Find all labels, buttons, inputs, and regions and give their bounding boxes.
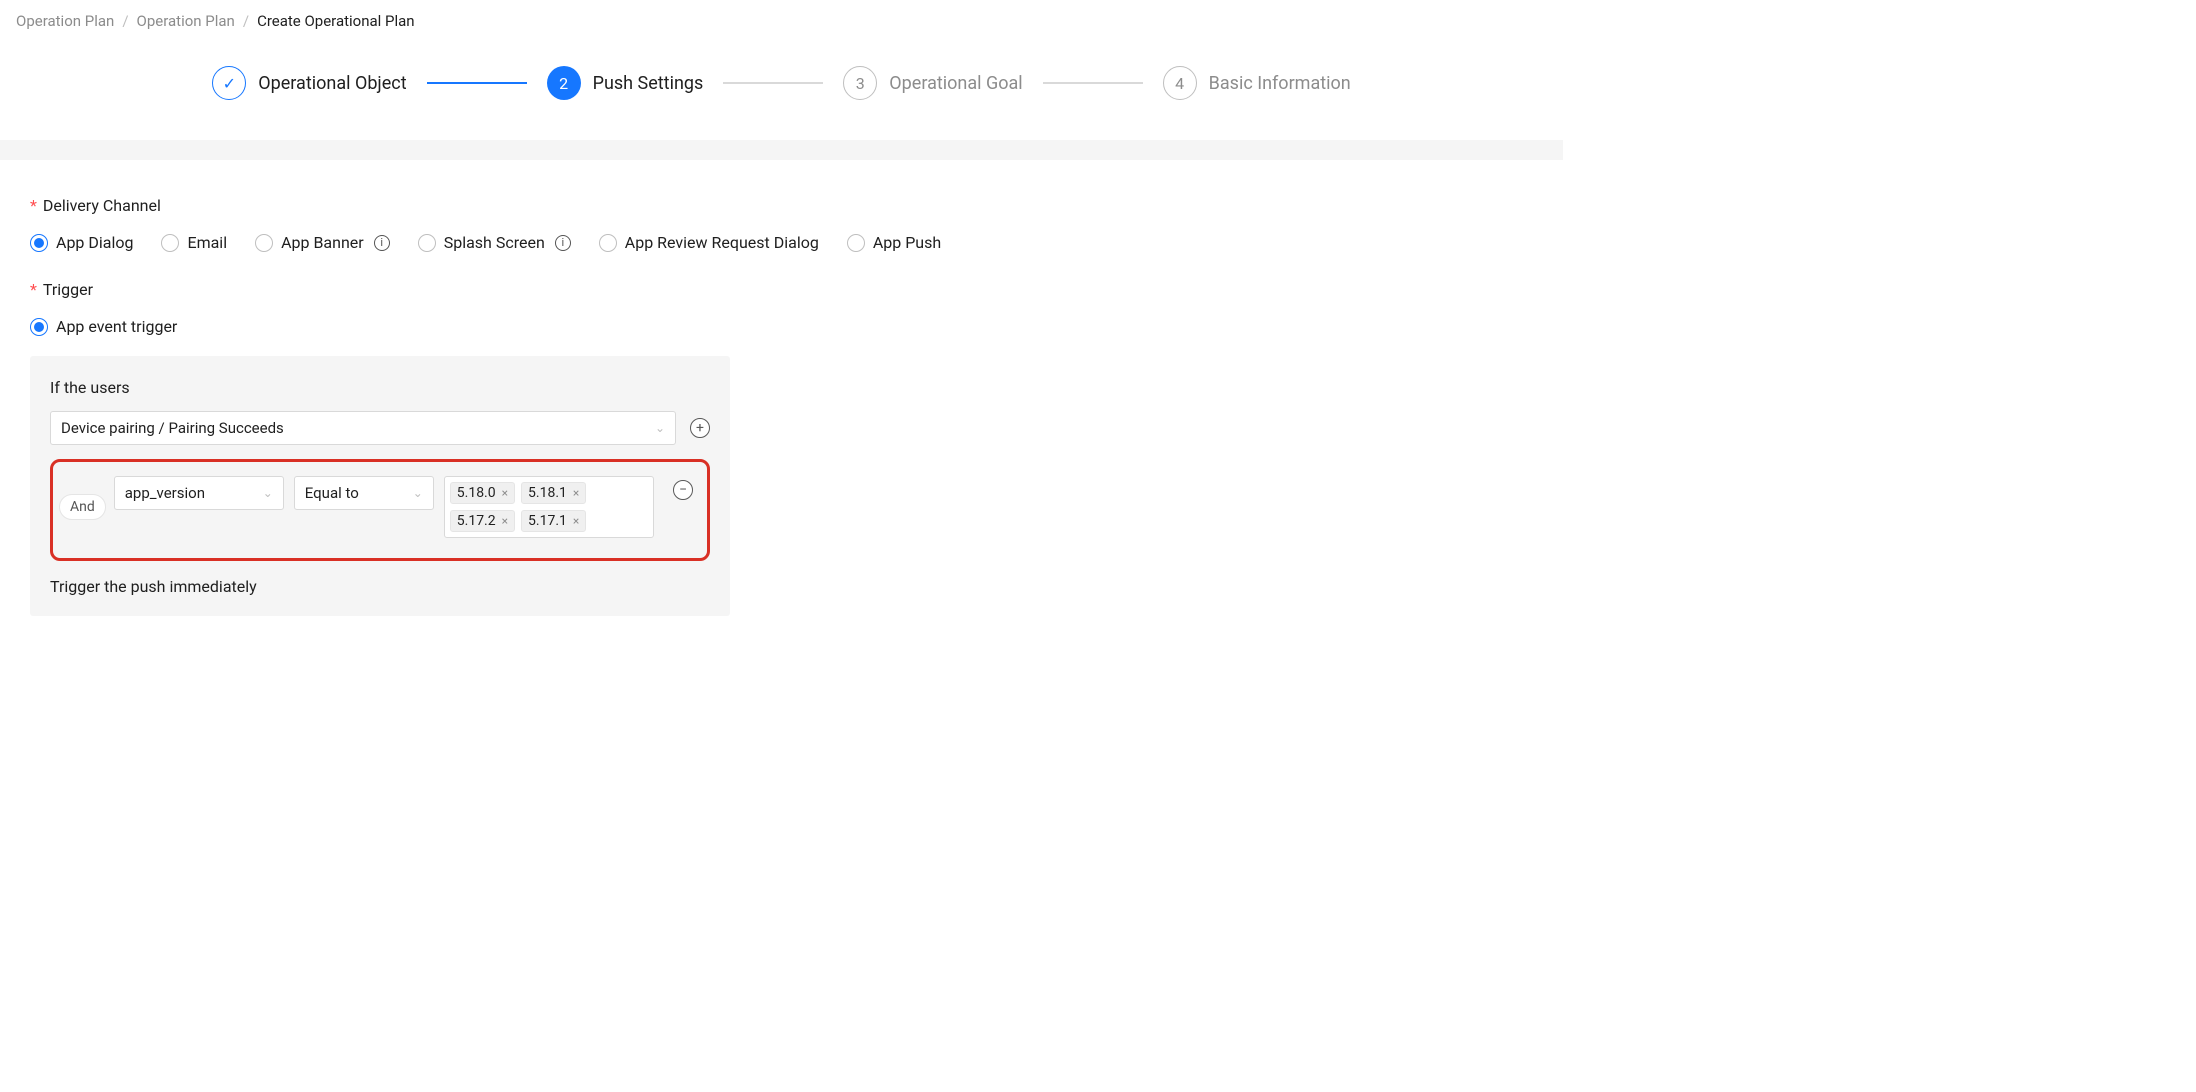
radio-app-banner[interactable]: App Banner i — [255, 233, 390, 252]
required-asterisk: * — [30, 280, 37, 299]
breadcrumb: Operation Plan / Operation Plan / Create… — [0, 0, 1563, 42]
breadcrumb-separator: / — [243, 12, 249, 30]
select-value: Equal to — [305, 484, 359, 502]
chevron-down-icon: ⌄ — [413, 486, 423, 500]
trigger-options: App event trigger — [30, 317, 1533, 336]
step-label: Operational Goal — [889, 73, 1022, 94]
breadcrumb-item[interactable]: Operation Plan — [137, 12, 235, 30]
close-icon[interactable]: × — [502, 486, 508, 500]
condition-joiner[interactable]: And — [59, 494, 106, 520]
breadcrumb-item-active: Create Operational Plan — [257, 12, 415, 30]
step-connector — [723, 82, 823, 84]
radio-label: App Banner — [281, 233, 364, 252]
radio-label: Email — [187, 233, 227, 252]
chevron-down-icon: ⌄ — [655, 421, 665, 435]
step-label: Push Settings — [593, 73, 704, 94]
close-icon[interactable]: × — [502, 514, 508, 528]
add-event-button[interactable]: + — [690, 418, 710, 438]
label-text: Delivery Channel — [43, 196, 161, 215]
radio-button-icon — [161, 234, 179, 252]
value-tag: 5.17.1 × — [521, 510, 586, 532]
remove-condition-button[interactable]: − — [673, 480, 693, 500]
tag-label: 5.18.0 — [457, 485, 496, 501]
radio-splash-screen[interactable]: Splash Screen i — [418, 233, 571, 252]
close-icon[interactable]: × — [573, 514, 579, 528]
tag-label: 5.17.2 — [457, 513, 496, 529]
label-text: Trigger — [43, 280, 93, 299]
radio-app-dialog[interactable]: App Dialog — [30, 233, 133, 252]
radio-app-review-request[interactable]: App Review Request Dialog — [599, 233, 819, 252]
step-connector — [1043, 82, 1143, 84]
breadcrumb-item[interactable]: Operation Plan — [16, 12, 114, 30]
condition-block: And app_version ⌄ Equal to ⌄ 5.18.0 × 5 — [50, 459, 710, 561]
panel-heading: If the users — [50, 378, 710, 397]
condition-body: app_version ⌄ Equal to ⌄ 5.18.0 × 5.18.1… — [114, 476, 693, 538]
step-basic-information[interactable]: 4 Basic Information — [1163, 66, 1351, 100]
radio-button-icon — [255, 234, 273, 252]
event-select[interactable]: Device pairing / Pairing Succeeds ⌄ — [50, 411, 676, 445]
radio-button-icon — [418, 234, 436, 252]
delivery-channel-options: App Dialog Email App Banner i Splash Scr… — [30, 233, 1533, 252]
radio-label: Splash Screen — [444, 233, 545, 252]
radio-button-icon — [30, 234, 48, 252]
step-push-settings[interactable]: 2 Push Settings — [547, 66, 704, 100]
chevron-down-icon: ⌄ — [263, 486, 273, 500]
step-operational-object[interactable]: ✓ Operational Object — [212, 66, 406, 100]
radio-button-icon — [847, 234, 865, 252]
radio-label: App Dialog — [56, 233, 133, 252]
wizard-steps: ✓ Operational Object 2 Push Settings 3 O… — [0, 42, 1563, 140]
condition-values-input[interactable]: 5.18.0 × 5.18.1 × 5.17.2 × 5.17.1 × — [444, 476, 654, 538]
trigger-footer-text: Trigger the push immediately — [50, 577, 710, 596]
step-label: Basic Information — [1209, 73, 1351, 94]
condition-operator-select[interactable]: Equal to ⌄ — [294, 476, 434, 510]
radio-label: App Push — [873, 233, 941, 252]
value-tag: 5.18.1 × — [521, 482, 586, 504]
check-icon: ✓ — [212, 66, 246, 100]
event-select-row: Device pairing / Pairing Succeeds ⌄ + — [50, 411, 710, 445]
condition-actions: − — [673, 476, 693, 500]
trigger-label: * Trigger — [30, 280, 1533, 299]
close-icon[interactable]: × — [573, 486, 579, 500]
radio-button-icon — [599, 234, 617, 252]
delivery-channel-label: * Delivery Channel — [30, 196, 1533, 215]
step-operational-goal[interactable]: 3 Operational Goal — [843, 66, 1022, 100]
radio-app-push[interactable]: App Push — [847, 233, 941, 252]
minus-icon: − — [679, 483, 687, 497]
step-number-icon: 2 — [547, 66, 581, 100]
radio-app-event-trigger[interactable]: App event trigger — [30, 317, 177, 336]
divider-band — [0, 140, 1563, 160]
radio-label: App event trigger — [56, 317, 177, 336]
step-connector — [427, 82, 527, 84]
info-icon[interactable]: i — [374, 235, 390, 251]
radio-email[interactable]: Email — [161, 233, 227, 252]
select-value: Device pairing / Pairing Succeeds — [61, 419, 284, 437]
required-asterisk: * — [30, 196, 37, 215]
step-number-icon: 4 — [1163, 66, 1197, 100]
radio-button-icon — [30, 318, 48, 336]
value-tag: 5.18.0 × — [450, 482, 515, 504]
select-value: app_version — [125, 484, 205, 502]
tag-label: 5.17.1 — [528, 513, 567, 529]
radio-label: App Review Request Dialog — [625, 233, 819, 252]
tag-label: 5.18.1 — [528, 485, 567, 501]
value-tag: 5.17.2 × — [450, 510, 515, 532]
push-settings-form: * Delivery Channel App Dialog Email App … — [0, 160, 1563, 646]
breadcrumb-separator: / — [122, 12, 128, 30]
plus-icon: + — [696, 421, 704, 435]
trigger-condition-panel: If the users Device pairing / Pairing Su… — [30, 356, 730, 616]
info-icon[interactable]: i — [555, 235, 571, 251]
condition-field-select[interactable]: app_version ⌄ — [114, 476, 284, 510]
step-number-icon: 3 — [843, 66, 877, 100]
step-label: Operational Object — [258, 73, 406, 94]
